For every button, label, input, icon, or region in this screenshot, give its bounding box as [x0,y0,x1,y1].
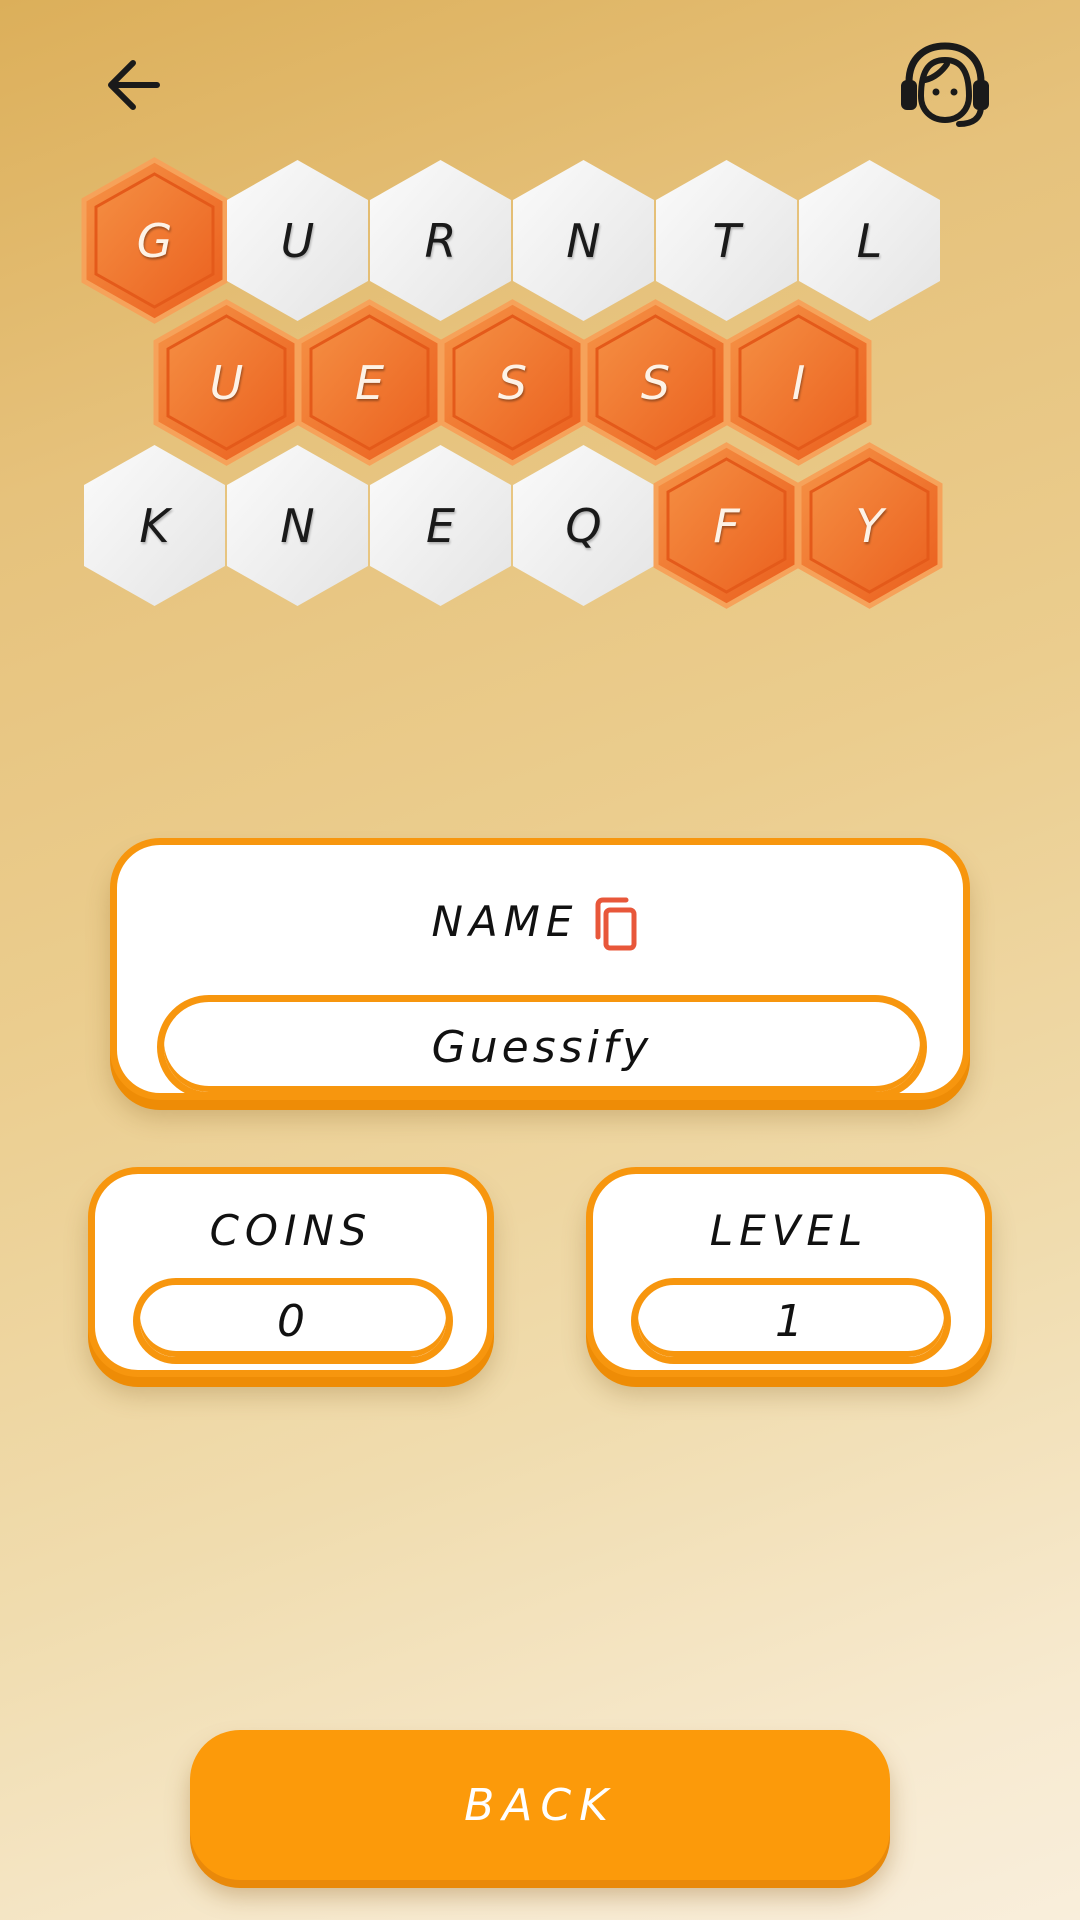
coins-card: COINS 0 [88,1167,494,1377]
letter-tile[interactable]: S [430,299,595,466]
letter-board: G U R N T L U E S S I K N E Q F Y [0,0,1080,620]
tile-letter: Y [855,498,884,553]
letter-tile[interactable]: F [644,442,809,609]
tile-letter: Q [565,498,602,553]
letter-tile[interactable]: R [358,158,523,323]
tile-letter: E [425,498,456,553]
tile-letter: N [280,498,315,553]
letter-tile[interactable]: U [144,299,309,466]
letter-tile[interactable]: S [573,299,738,466]
tile-letter: R [424,213,457,268]
letter-tile[interactable]: Q [501,443,666,608]
letter-tile[interactable]: Y [787,442,952,609]
letter-tile[interactable]: I [716,299,881,466]
letter-tile[interactable]: G [72,157,237,324]
tile-letter: S [640,355,671,410]
letter-tile[interactable]: E [358,443,523,608]
name-card: NAME Guessify [110,838,970,1100]
tile-letter: E [354,355,385,410]
tile-letter: I [791,355,806,410]
tile-letter: U [280,213,315,268]
tile-letter: G [136,213,173,268]
tile-letter: L [856,213,883,268]
tile-letter: K [139,498,170,553]
level-value-field: 1 [631,1278,951,1364]
letter-tile[interactable]: U [215,158,380,323]
tile-letter: F [713,498,740,553]
coins-value-field: 0 [133,1278,453,1364]
tile-letter: U [209,355,244,410]
tile-letter: S [497,355,528,410]
tile-letter: T [712,213,741,268]
level-label: LEVEL [709,1206,869,1255]
letter-tile[interactable]: K [72,443,237,608]
letter-tile[interactable]: T [644,158,809,323]
name-value-field: Guessify [157,995,927,1099]
letter-tile[interactable]: N [501,158,666,323]
tile-letter: N [566,213,601,268]
letter-tile[interactable]: E [287,299,452,466]
name-label: NAME [431,897,579,946]
back-button[interactable]: BACK [190,1730,890,1880]
copy-icon[interactable] [590,897,642,953]
letter-tile[interactable]: N [215,443,380,608]
level-card: LEVEL 1 [586,1167,992,1377]
letter-tile[interactable]: L [787,158,952,323]
coins-label: COINS [209,1206,373,1255]
